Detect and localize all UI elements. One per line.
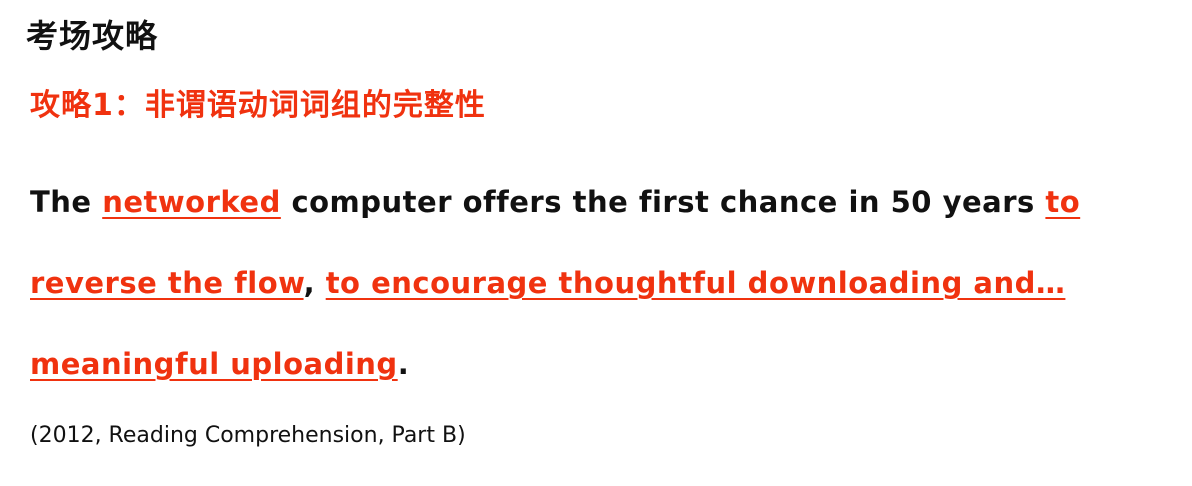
sentence-line-2: reverse the flow, to encourage thoughtfu… xyxy=(30,243,1170,324)
sentence-line-3: meaningful uploading. xyxy=(30,324,1170,405)
page: 考场攻略 攻略1：非谓语动词词组的完整性 The networked compu… xyxy=(0,0,1192,486)
highlighted-phrase: to xyxy=(1045,185,1081,219)
sentence-text: The xyxy=(30,185,103,219)
page-title: 考场攻略 xyxy=(26,17,159,55)
highlighted-phrase: networked xyxy=(102,185,281,219)
sentence-text: , xyxy=(303,266,326,300)
highlighted-phrase: to encourage thoughtful downloading and… xyxy=(325,266,1066,300)
sentence-text: computer offers the first chance in 50 y… xyxy=(280,185,1046,219)
strategy-heading: 攻略1：非谓语动词词组的完整性 xyxy=(30,88,486,123)
highlighted-phrase: meaningful uploading xyxy=(30,347,398,381)
sentence-line-1: The networked computer offers the first … xyxy=(30,162,1170,243)
source-citation: (2012, Reading Comprehension, Part B) xyxy=(30,423,466,448)
sentence-text: . xyxy=(397,347,410,381)
example-sentence: The networked computer offers the first … xyxy=(30,162,1170,405)
highlighted-phrase: reverse the flow xyxy=(30,266,304,300)
